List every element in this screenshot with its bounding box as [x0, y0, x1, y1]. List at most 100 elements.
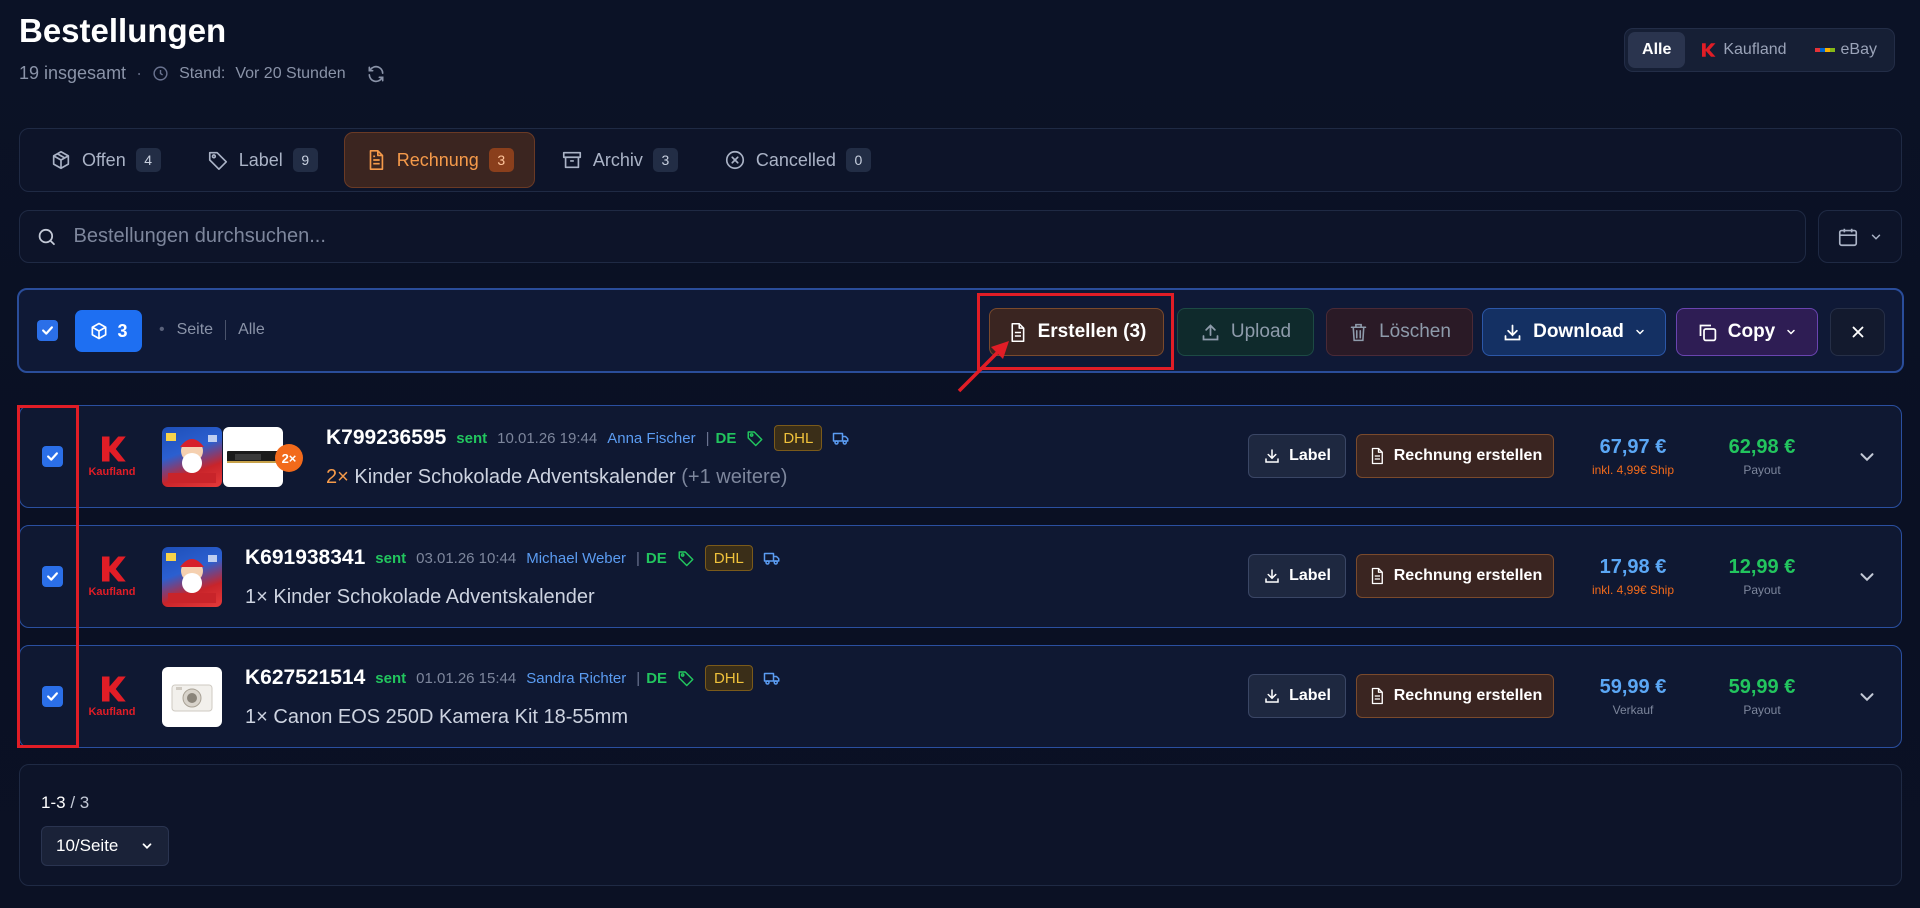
filter-kaufland-button[interactable]: Kaufland — [1685, 32, 1800, 68]
row-checkbox[interactable] — [42, 446, 63, 467]
expand-chevron-icon[interactable] — [1856, 446, 1878, 468]
sale-price: 67,97 € inkl. 4,99€ Ship — [1573, 436, 1693, 477]
selection-scope: • Seite Alle — [159, 320, 265, 340]
tab-rechnung-count: 3 — [488, 148, 514, 172]
order-quantity: 2× — [326, 466, 349, 488]
price-value: 17,98 € — [1599, 556, 1667, 578]
order-quantity: 1× — [245, 706, 268, 728]
create-invoice-button[interactable]: Rechnung erstellen — [1356, 554, 1554, 598]
row-checkbox[interactable] — [42, 566, 63, 587]
kaufland-logo-text: Kaufland — [88, 706, 136, 718]
upload-label: Upload — [1230, 321, 1292, 342]
tab-label[interactable]: Label 9 — [187, 132, 338, 188]
customer-name[interactable]: Sandra Richter — [526, 670, 626, 687]
refresh-icon[interactable] — [366, 64, 386, 84]
select-all-link[interactable]: Alle — [238, 321, 265, 339]
select-all-checkbox[interactable] — [37, 320, 58, 341]
payout-label: Payout — [1743, 463, 1781, 477]
copy-icon — [1699, 324, 1716, 341]
ebay-icon — [1814, 48, 1835, 52]
total-count: 19 insgesamt — [19, 63, 127, 83]
create-invoice-button[interactable]: Rechnung erstellen — [1356, 434, 1554, 478]
copy-label: Copy — [1727, 321, 1776, 342]
search-input[interactable] — [73, 225, 1789, 248]
create-invoice-text: Rechnung erstellen — [1393, 687, 1543, 704]
tab-rechnung[interactable]: Rechnung 3 — [343, 132, 535, 188]
order-row[interactable]: Kaufland K627521514 sent 01.01.26 15:44 … — [19, 645, 1902, 748]
upload-button[interactable]: Upload — [1177, 308, 1314, 356]
country-code: DE — [646, 669, 668, 687]
tag-icon — [208, 151, 227, 170]
expand-chevron-icon[interactable] — [1856, 566, 1878, 588]
price-note: inkl. 4,99€ Ship — [1591, 463, 1675, 477]
check-icon — [47, 452, 58, 461]
page-size-value: 10/Seite — [56, 836, 119, 855]
page-size-select[interactable]: 10/Seite — [41, 826, 169, 866]
clock-icon — [153, 66, 168, 81]
create-invoices-button[interactable]: Erstellen (3) — [989, 308, 1164, 356]
customer-name[interactable]: Michael Weber — [526, 550, 626, 567]
order-id[interactable]: K627521514 — [245, 666, 365, 690]
check-icon — [42, 326, 53, 335]
tab-offen[interactable]: Offen 4 — [30, 132, 181, 188]
advent-calendar-image — [166, 553, 217, 603]
product-thumbnail[interactable] — [162, 547, 222, 607]
filter-all-button[interactable]: Alle — [1628, 32, 1686, 68]
filter-ebay-label: eBay — [1840, 41, 1877, 58]
bulk-action-bar: 3 • Seite Alle Erstellen (3) Upload Lösc… — [17, 288, 1904, 373]
kaufland-icon — [1702, 43, 1716, 57]
download-button[interactable]: Download — [1482, 308, 1666, 356]
label-button[interactable]: Label — [1248, 674, 1346, 718]
order-id[interactable]: K799236595 — [326, 426, 446, 450]
kaufland-icon — [102, 436, 126, 462]
filter-ebay-button[interactable]: eBay — [1801, 32, 1891, 68]
tab-offen-count: 4 — [135, 148, 161, 172]
label-button-text: Label — [1289, 447, 1331, 464]
separator-dot: • — [159, 321, 165, 338]
truck-icon — [763, 552, 780, 565]
create-invoice-button[interactable]: Rechnung erstellen — [1356, 674, 1554, 718]
label-button[interactable]: Label — [1248, 554, 1346, 598]
download-icon — [1265, 689, 1279, 703]
order-date: 10.01.26 19:44 — [497, 429, 598, 447]
truck-icon — [763, 672, 780, 685]
select-page-link[interactable]: Seite — [177, 321, 213, 339]
tab-archiv[interactable]: Archiv 3 — [541, 132, 698, 188]
product-thumbnail[interactable] — [162, 667, 222, 727]
tab-cancelled-count: 0 — [845, 148, 871, 172]
kaufland-logo: Kaufland — [85, 434, 139, 480]
tag-icon — [678, 551, 694, 567]
product-thumbnail[interactable] — [162, 427, 222, 487]
copy-button[interactable]: Copy — [1676, 308, 1818, 356]
order-row[interactable]: Kaufland 2× K799236595 sent 10.01.26 19:… — [19, 405, 1902, 508]
chevron-down-icon — [1787, 329, 1795, 335]
expand-chevron-icon[interactable] — [1856, 686, 1878, 708]
country-code: DE — [715, 429, 737, 447]
chevron-down-icon — [1636, 329, 1644, 335]
order-meta: K691938341 sent 03.01.26 10:44 Michael W… — [245, 545, 781, 571]
close-selection-button[interactable] — [1830, 308, 1885, 356]
camera-image — [171, 684, 213, 712]
delete-button[interactable]: Löschen — [1326, 308, 1473, 356]
label-button-text: Label — [1289, 567, 1331, 584]
close-icon — [1852, 326, 1863, 338]
carrier-badge: DHL — [704, 545, 753, 571]
advent-calendar-image — [166, 433, 217, 483]
order-id[interactable]: K691938341 — [245, 546, 365, 570]
order-quantity: 1× — [245, 586, 268, 608]
document-icon — [1371, 567, 1383, 585]
order-row[interactable]: Kaufland K691938341 sent 03.01.26 10:44 … — [19, 525, 1902, 628]
order-product-line: 1× Canon EOS 250D Kamera Kit 18-55mm — [245, 706, 628, 729]
customer-name[interactable]: Anna Fischer — [607, 430, 695, 447]
tab-archiv-label: Archiv — [592, 149, 643, 170]
label-button[interactable]: Label — [1248, 434, 1346, 478]
order-date: 03.01.26 10:44 — [416, 549, 517, 567]
row-checkbox[interactable] — [42, 686, 63, 707]
chevron-down-icon — [1871, 234, 1881, 240]
date-filter-button[interactable] — [1818, 210, 1902, 263]
sale-price: 17,98 € inkl. 4,99€ Ship — [1573, 556, 1693, 597]
carrier-badge: DHL — [774, 425, 823, 451]
tab-cancelled[interactable]: Cancelled 0 — [704, 132, 891, 188]
product-thumbnail-2[interactable] — [223, 427, 283, 487]
document-icon — [1371, 687, 1383, 705]
